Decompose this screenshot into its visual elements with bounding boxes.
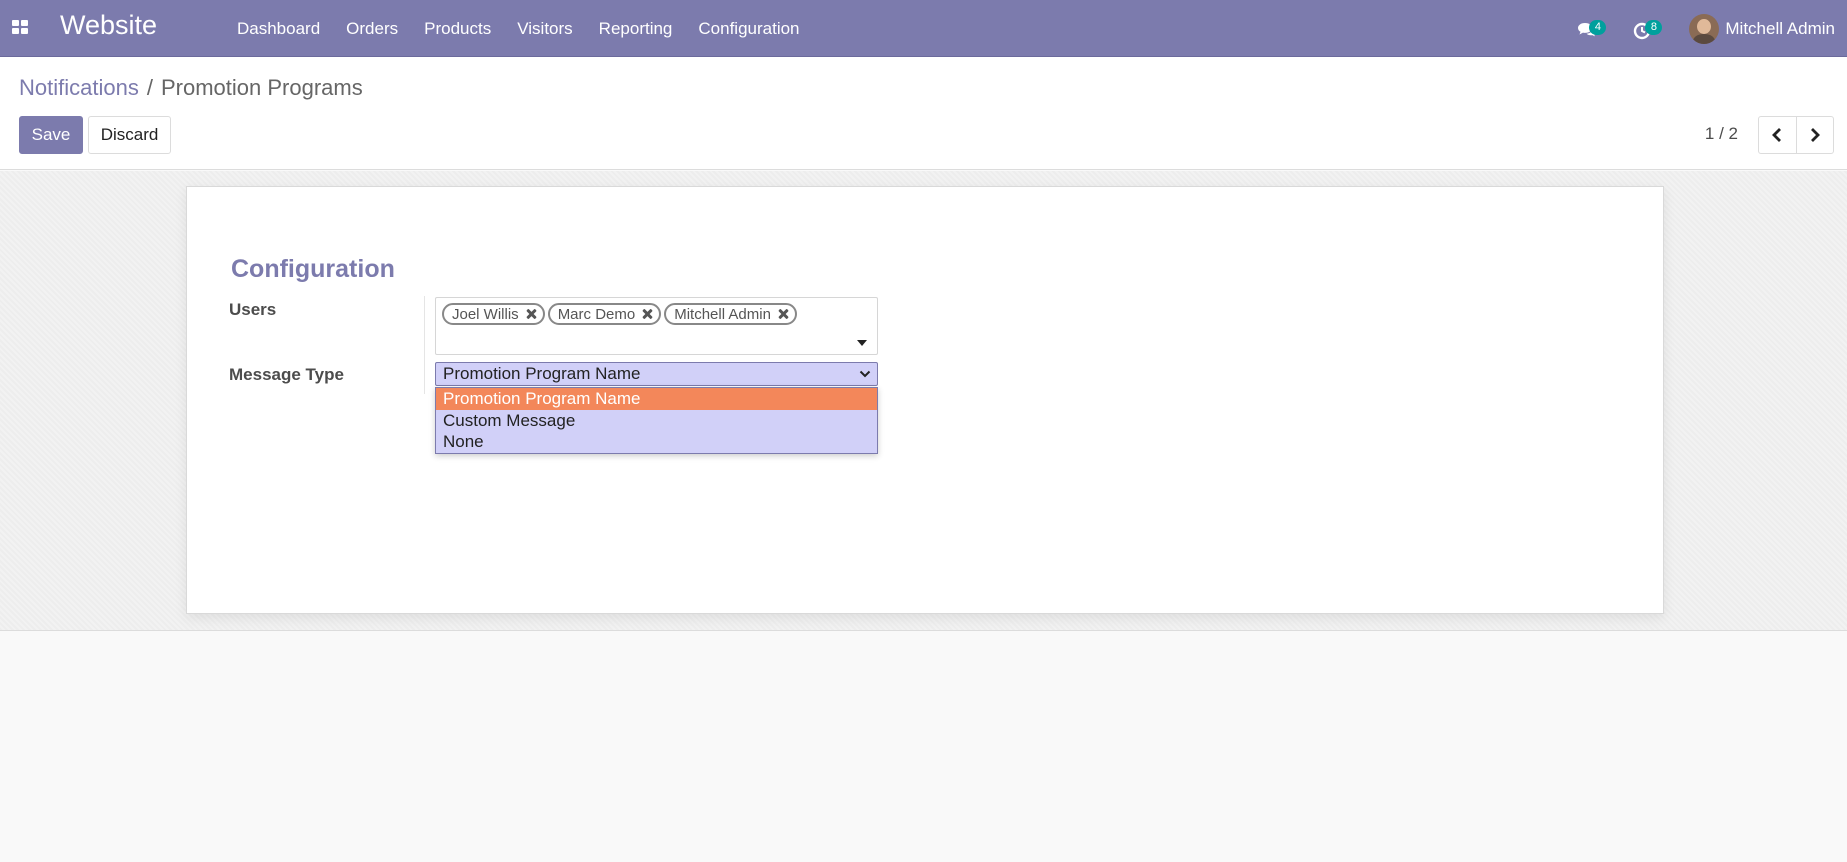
activities-count-badge: 8 [1645,19,1663,35]
menu-item-orders[interactable]: Orders [333,19,411,39]
chevron-left-icon [1772,128,1782,142]
pager-value[interactable]: 1 / 2 [1705,124,1738,144]
form-view: Configuration Users Message Type Joel Wi… [0,171,1847,631]
top-navbar: Website Dashboard Orders Products Visito… [0,0,1847,57]
discard-button[interactable]: Discard [88,116,171,154]
breadcrumb-separator: / [146,75,153,100]
apps-menu-icon[interactable] [12,20,28,34]
user-name: Mitchell Admin [1725,18,1835,38]
chevron-right-icon [1810,128,1820,142]
caret-down-icon[interactable] [857,340,867,346]
message-type-label: Message Type [229,365,344,384]
breadcrumb-current: Promotion Programs [160,75,363,100]
menu-item-visitors[interactable]: Visitors [504,19,585,39]
avatar [1689,13,1720,44]
menu-item-configuration[interactable]: Configuration [685,19,812,39]
pager-next-button[interactable] [1795,117,1833,153]
remove-tag-icon[interactable] [641,308,653,320]
option-custom-message[interactable]: Custom Message [436,410,877,432]
message-type-selected-value: Promotion Program Name [443,364,641,383]
pager-buttons [1758,116,1834,154]
label-divider [424,296,425,394]
breadcrumb-notifications-link[interactable]: Notifications [19,75,139,101]
user-tag-label: Joel Willis [452,305,519,323]
remove-tag-icon[interactable] [777,308,789,320]
option-promotion-program-name[interactable]: Promotion Program Name [436,388,877,410]
messages-count-badge: 4 [1589,19,1607,35]
menu-item-dashboard[interactable]: Dashboard [224,19,333,39]
users-tag-list: Joel Willis Marc Demo Mitchell Admin [442,303,800,325]
user-tag-label: Mitchell Admin [674,305,771,323]
user-tag: Mitchell Admin [664,303,797,325]
save-button[interactable]: Save [19,116,83,154]
form-sheet: Configuration Users Message Type Joel Wi… [186,186,1664,614]
users-label: Users [229,300,277,319]
menu-item-reporting[interactable]: Reporting [586,19,686,39]
pager-previous-button[interactable] [1759,117,1796,153]
option-none[interactable]: None [436,431,877,453]
breadcrumb: Notifications / Promotion Programs [19,75,363,101]
users-many2many-tags-field[interactable]: Joel Willis Marc Demo Mitchell Admin [435,297,878,355]
message-type-select[interactable]: Promotion Program Name [435,362,878,386]
remove-tag-icon[interactable] [525,308,537,320]
section-title: Configuration [231,255,395,283]
menu-item-products[interactable]: Products [411,19,504,39]
control-panel: Notifications / Promotion Programs Save … [0,57,1847,170]
user-menu[interactable]: Mitchell Admin [1689,13,1835,44]
app-brand[interactable]: Website [60,10,157,41]
messaging-menu[interactable]: 4 [1571,14,1607,44]
main-menu: Dashboard Orders Products Visitors Repor… [224,0,813,57]
message-type-dropdown: Promotion Program Name Custom Message No… [435,387,878,454]
user-tag-label: Marc Demo [557,305,636,323]
activity-menu[interactable]: 8 [1627,14,1663,44]
user-tag: Joel Willis [442,303,545,325]
chevron-down-icon [859,370,871,378]
systray: 4 8 Mitchell Admin [1571,0,1847,57]
user-tag: Marc Demo [547,303,662,325]
